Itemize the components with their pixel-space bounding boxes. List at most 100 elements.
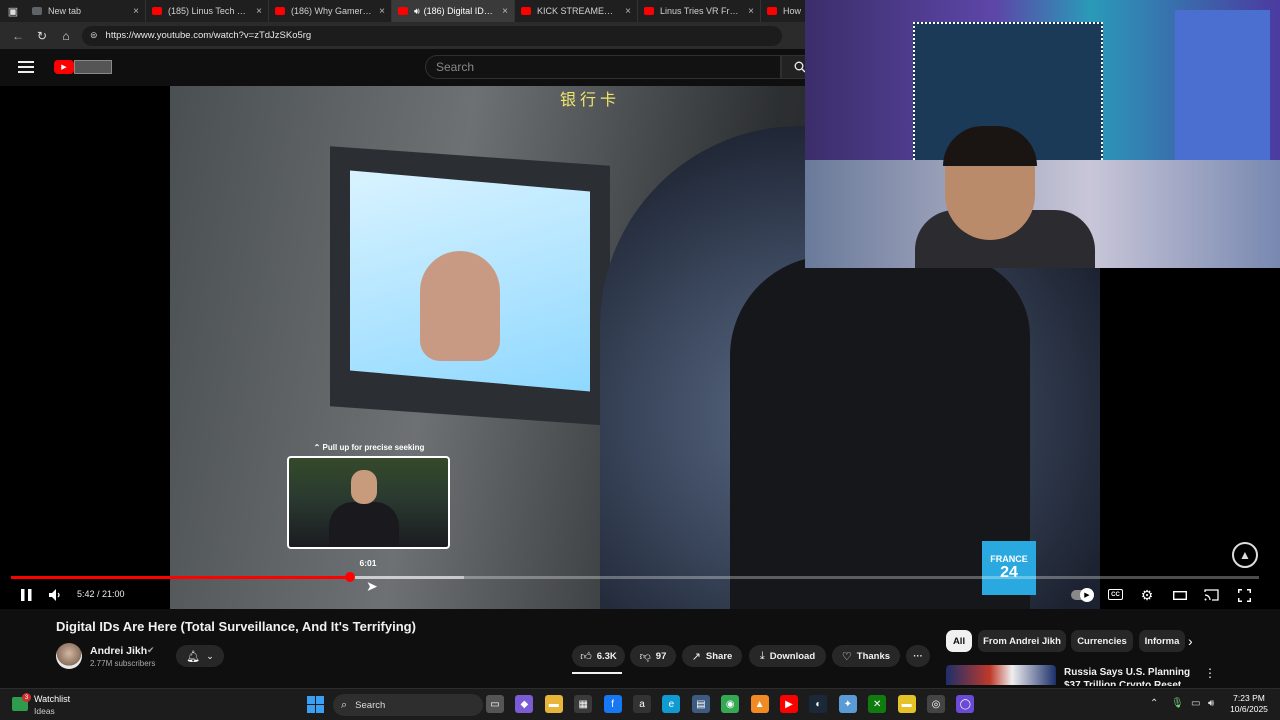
search-input[interactable]: Search — [425, 55, 781, 79]
tab-close-icon[interactable]: × — [502, 6, 508, 17]
watchlist-widget-title[interactable]: Watchlist — [34, 694, 70, 704]
volume-button[interactable] — [47, 586, 63, 604]
progress-played — [11, 576, 350, 579]
task-view-icon[interactable]: ▭ — [486, 695, 504, 713]
tab-favicon-icon — [152, 7, 162, 15]
sticky-notes-icon[interactable]: ▬ — [897, 695, 916, 713]
gear-icon: ⚙ — [1140, 586, 1154, 603]
chip-from-andrei-jikh[interactable]: From Andrei Jikh — [978, 630, 1066, 652]
tab-label: (185) Linus Tech Tips - — [168, 6, 251, 16]
youtube-app-icon[interactable]: ▶ — [780, 695, 798, 713]
download-button[interactable]: ⤓ Download — [749, 645, 826, 667]
chip-informa[interactable]: Informa — [1139, 630, 1185, 652]
like-active-indicator — [572, 672, 622, 674]
url-field[interactable]: ⊜ https://www.youtube.com/watch?v=zTdJzS… — [82, 25, 782, 46]
share-label: Share — [705, 650, 733, 662]
facebook-icon[interactable]: f — [603, 695, 622, 713]
microphone-icon[interactable]: 🎙︎ — [1171, 698, 1184, 709]
like-button[interactable]: 👍︎ 6.3K — [572, 645, 625, 667]
autoplay-toggle[interactable]: ▶ — [1071, 588, 1094, 602]
dislike-count: 97 — [655, 650, 667, 662]
theater-mode-button[interactable] — [1172, 586, 1188, 604]
youtube-premium-badge — [74, 60, 112, 74]
pause-button[interactable] — [18, 586, 34, 604]
volume-tray-icon[interactable]: 🔊︎ — [1208, 698, 1214, 709]
recommended-more-icon[interactable]: ⋮ — [1204, 666, 1216, 680]
reload-icon[interactable]: ↻ — [30, 25, 54, 47]
video-title: Digital IDs Are Here (Total Surveillance… — [56, 619, 416, 634]
github-icon[interactable]: ◎ — [927, 695, 945, 713]
share-button[interactable]: ↗ Share — [682, 645, 742, 667]
store-icon[interactable]: ▦ — [574, 695, 593, 713]
copilot-icon[interactable]: ◆ — [515, 695, 534, 713]
youtube-logo-icon[interactable]: ▶ — [54, 60, 74, 74]
vlc-icon[interactable]: ▲ — [750, 695, 769, 713]
amazon-icon[interactable]: a — [633, 695, 651, 713]
recommended-video-title[interactable]: Russia Says U.S. Planning $37 Trillion C… — [1064, 666, 1204, 686]
chevron-right-icon[interactable]: › — [1188, 633, 1193, 649]
webcam-overlay — [805, 0, 1280, 268]
more-actions-button[interactable]: ··· — [906, 645, 930, 667]
channel-watermark-icon[interactable]: ▲ — [1232, 542, 1258, 568]
progress-bar[interactable] — [11, 572, 1259, 582]
browser-tab[interactable]: 🔊︎ (186) Digital IDs Are × — [392, 0, 515, 22]
chip-all[interactable]: All — [946, 630, 972, 652]
file-explorer-icon[interactable]: ▬ — [544, 695, 563, 713]
network-icon[interactable]: ▭ — [1191, 698, 1200, 709]
fullscreen-button[interactable] — [1236, 586, 1252, 604]
player-controls: 5:42 / 21:00 ▶ CC ⚙ HD — [0, 583, 1280, 607]
hand-shape — [420, 251, 500, 361]
cast-button[interactable] — [1203, 586, 1219, 604]
tab-close-icon[interactable]: × — [625, 6, 631, 17]
tab-label: (186) Digital IDs Are — [423, 6, 497, 16]
browser-tab[interactable]: (185) Linus Tech Tips - × — [146, 0, 269, 22]
tab-actions-menu-icon[interactable]: ▣ — [0, 0, 26, 22]
show-hidden-icons-chevron-icon[interactable]: ⌃ — [1150, 698, 1158, 709]
site-info-icon[interactable]: ⊜ — [90, 30, 98, 41]
scene-sign-text: 银行卡 — [560, 92, 621, 109]
subtitles-button[interactable]: CC — [1108, 589, 1123, 600]
recommended-video-thumbnail[interactable] — [946, 665, 1056, 685]
france24-line1: FRANCE — [990, 554, 1028, 564]
thanks-icon: ♡ — [841, 650, 852, 663]
browser-tab[interactable]: (186) Why GamersNexus × — [269, 0, 392, 22]
settings-button[interactable]: ⚙ HD — [1139, 586, 1155, 604]
taskbar-search-box[interactable]: ⌕ Search — [333, 694, 483, 716]
obs-icon[interactable]: ◯ — [956, 695, 975, 713]
browser-tab[interactable]: New tab × — [26, 0, 146, 22]
thanks-button[interactable]: ♡ Thanks — [832, 645, 900, 667]
chip-currencies[interactable]: Currencies — [1071, 630, 1133, 652]
start-button-windows-icon[interactable] — [307, 696, 324, 713]
scrubber-handle[interactable] — [344, 572, 355, 582]
tab-audio-icon[interactable]: 🔊︎ — [414, 6, 420, 17]
subscribed-notifications-button[interactable]: 🔔︎ ⌄ — [176, 645, 224, 667]
home-icon[interactable]: ⌂ — [54, 25, 78, 47]
time-display: 5:42 / 21:00 — [77, 589, 125, 599]
xbox-icon[interactable]: ✕ — [868, 695, 887, 713]
browser-tab[interactable]: Linus Tries VR From 199 × — [638, 0, 761, 22]
watchlist-badge: 3 — [22, 693, 31, 702]
cast-icon — [1203, 589, 1219, 601]
tab-favicon-icon — [521, 7, 531, 15]
subscriber-count: 2.77M subscribers — [90, 659, 156, 668]
tab-close-icon[interactable]: × — [379, 6, 385, 17]
channel-avatar[interactable] — [56, 643, 82, 669]
channel-name[interactable]: Andrei Jikh — [90, 645, 147, 657]
back-icon[interactable]: ← — [6, 25, 30, 47]
tab-close-icon[interactable]: × — [748, 6, 754, 17]
preview-person-face — [351, 470, 377, 504]
theater-icon — [1173, 590, 1187, 600]
chrome-icon[interactable]: ◉ — [721, 695, 740, 713]
calculator-icon[interactable]: ▤ — [691, 695, 710, 713]
tab-favicon-icon — [767, 7, 777, 15]
dislike-button[interactable]: 👎︎ 97 — [630, 645, 676, 667]
steam-icon[interactable]: ◐ — [809, 695, 828, 713]
tab-close-icon[interactable]: × — [256, 6, 262, 17]
tab-close-icon[interactable]: × — [133, 6, 139, 17]
browser-tab[interactable]: KICK STREAMERS IN SC × — [515, 0, 638, 22]
edge-icon[interactable]: e — [662, 695, 681, 713]
taskbar-clock[interactable]: 7:23 PM 10/6/2025 — [1224, 693, 1274, 715]
app-hexagon-icon[interactable]: ✦ — [838, 695, 857, 713]
seek-hint-text: ⌃ Pull up for precise seeking — [313, 443, 425, 452]
guide-menu-icon[interactable] — [18, 61, 34, 73]
